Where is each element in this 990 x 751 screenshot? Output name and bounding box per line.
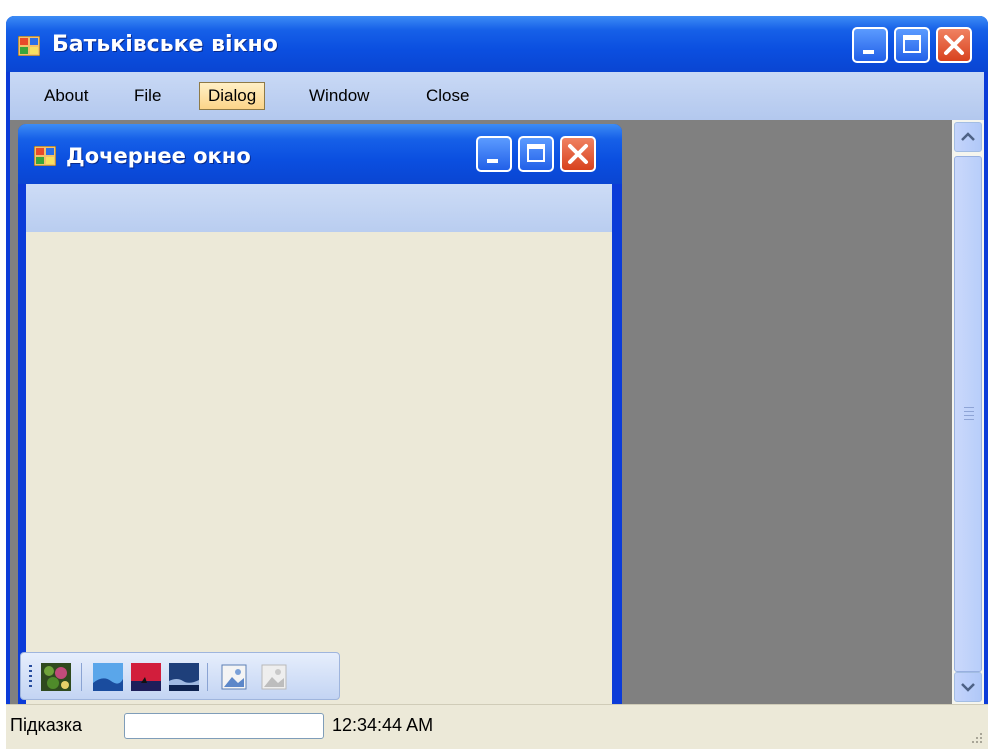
status-hint-label: Підказка xyxy=(10,715,83,735)
child-minimize-button[interactable] xyxy=(476,136,512,172)
child-close-button[interactable] xyxy=(560,136,596,172)
image-toolbar xyxy=(20,652,340,700)
scroll-down-button[interactable] xyxy=(954,672,982,702)
parent-window-title: Батьківське вікно xyxy=(52,32,278,57)
chevron-down-icon xyxy=(961,683,975,692)
menu-item-about[interactable]: About xyxy=(36,82,96,110)
menu-bar: About File Dialog Window Close xyxy=(10,72,984,120)
menu-item-window[interactable]: Window xyxy=(301,82,377,110)
blue-hills-image-icon[interactable] xyxy=(93,663,123,691)
child-title-bar[interactable]: Дочернее окно xyxy=(18,124,622,184)
close-icon xyxy=(944,35,964,55)
garden-image-icon[interactable] xyxy=(41,663,71,691)
picture-icon[interactable] xyxy=(219,663,249,691)
parent-title-bar[interactable]: Батьківське вікно xyxy=(6,16,988,72)
picture-disabled-icon xyxy=(261,664,287,690)
chevron-up-icon xyxy=(961,132,975,141)
toolbar-grip[interactable] xyxy=(29,665,32,687)
resize-grip-icon[interactable] xyxy=(968,729,984,745)
parent-close-button[interactable] xyxy=(936,27,972,63)
winter-image-icon[interactable] xyxy=(169,663,199,691)
menu-item-dialog[interactable]: Dialog xyxy=(199,82,266,110)
scroll-up-button[interactable] xyxy=(954,122,982,152)
sunset-image-icon[interactable] xyxy=(131,663,161,691)
app-window-icon xyxy=(34,146,56,166)
status-bar: Підказка 12:34:44 AM xyxy=(6,704,988,749)
maximize-icon xyxy=(903,35,921,53)
app-window-icon xyxy=(18,36,40,56)
status-clock: 12:34:44 AM xyxy=(332,715,434,735)
child-menu-strip xyxy=(26,184,612,232)
close-icon xyxy=(568,144,588,164)
menu-item-file[interactable]: File xyxy=(126,82,169,110)
minimize-icon xyxy=(863,50,874,54)
parent-minimize-button[interactable] xyxy=(852,27,888,63)
scroll-thumb[interactable] xyxy=(954,156,982,672)
child-maximize-button[interactable] xyxy=(518,136,554,172)
child-window-title: Дочернее окно xyxy=(66,144,251,168)
vertical-scrollbar[interactable] xyxy=(952,120,984,704)
maximize-icon xyxy=(527,144,545,162)
status-text-field[interactable] xyxy=(124,713,324,739)
parent-maximize-button[interactable] xyxy=(894,27,930,63)
child-window: Дочернее окно xyxy=(18,124,622,708)
child-client-area xyxy=(26,232,612,708)
menu-item-close[interactable]: Close xyxy=(418,82,477,110)
minimize-icon xyxy=(487,159,498,163)
